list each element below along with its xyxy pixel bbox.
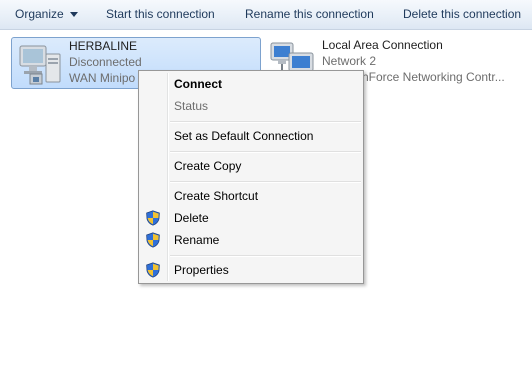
connection-name: Local Area Connection bbox=[322, 38, 443, 52]
menu-item-label: Delete bbox=[174, 211, 209, 225]
menu-item-label: Create Copy bbox=[174, 159, 242, 173]
context-menu: Connect Status Set as Default Connection… bbox=[138, 70, 364, 284]
dialup-computer-icon bbox=[19, 45, 61, 85]
menu-item-label: Properties bbox=[174, 263, 229, 277]
menu-separator bbox=[170, 151, 361, 153]
menu-item-label: Create Shortcut bbox=[174, 189, 259, 203]
menu-item-set-default[interactable]: Set as Default Connection bbox=[141, 126, 361, 146]
delete-connection-button[interactable]: Delete this connection bbox=[403, 0, 521, 29]
connection-device: nForce Networking Contr... bbox=[362, 70, 505, 84]
start-connection-button[interactable]: Start this connection bbox=[106, 0, 215, 29]
menu-item-status: Status bbox=[141, 96, 361, 116]
menu-separator bbox=[170, 255, 361, 257]
menu-separator bbox=[170, 181, 361, 183]
rename-connection-button[interactable]: Rename this connection bbox=[245, 0, 374, 29]
connection-name: HERBALINE bbox=[69, 39, 138, 53]
uac-shield-icon bbox=[146, 262, 160, 278]
connection-device: WAN Minipo bbox=[69, 71, 136, 85]
uac-shield-icon bbox=[146, 210, 160, 226]
menu-item-connect[interactable]: Connect bbox=[141, 74, 361, 94]
connection-status: Network 2 bbox=[322, 54, 377, 68]
menu-item-label: Set as Default Connection bbox=[174, 129, 314, 143]
menu-separator bbox=[170, 121, 361, 123]
organize-menu-button[interactable]: Organize bbox=[15, 0, 78, 29]
menu-item-label: Rename bbox=[174, 233, 220, 247]
connection-status: Disconnected bbox=[69, 55, 142, 69]
uac-shield-icon bbox=[146, 232, 160, 248]
menu-item-label: Status bbox=[174, 99, 209, 113]
menu-item-create-copy[interactable]: Create Copy bbox=[141, 156, 361, 176]
menu-item-delete[interactable]: Delete bbox=[141, 208, 361, 228]
command-toolbar: Organize Start this connection Rename th… bbox=[0, 0, 532, 30]
organize-label: Organize bbox=[15, 7, 64, 21]
menu-item-create-shortcut[interactable]: Create Shortcut bbox=[141, 186, 361, 206]
menu-item-label: Connect bbox=[174, 77, 222, 91]
menu-item-rename[interactable]: Rename bbox=[141, 230, 361, 250]
menu-item-properties[interactable]: Properties bbox=[141, 260, 361, 280]
dropdown-arrow-icon bbox=[69, 12, 78, 18]
